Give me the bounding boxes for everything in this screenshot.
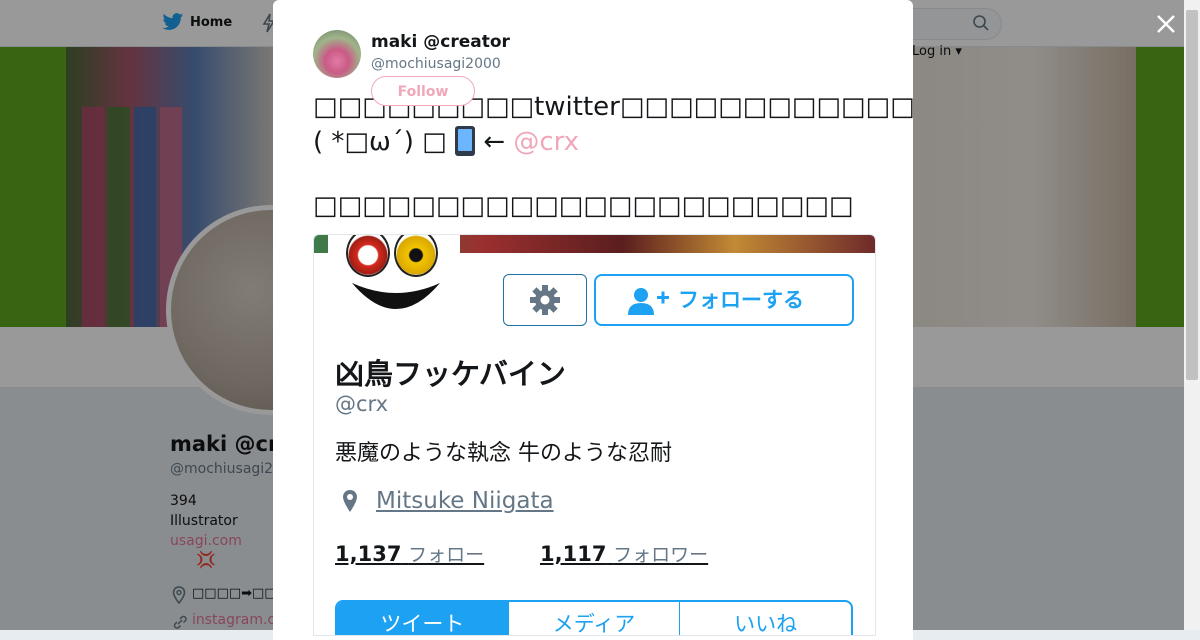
- scrollbar-thumb[interactable]: [1186, 10, 1198, 380]
- embedded-avatar-face: [328, 235, 460, 317]
- face-eye-left: [346, 235, 390, 277]
- face-smile: [352, 283, 440, 309]
- tab-media[interactable]: メディア: [509, 602, 681, 635]
- tweet-text-emoticon: ( *□ω´) □: [313, 127, 455, 157]
- phone-icon: [454, 126, 475, 156]
- embedded-location-link[interactable]: Mitsuke Niigata: [376, 488, 554, 514]
- tab-tweets[interactable]: ツイート: [337, 602, 509, 635]
- settings-button[interactable]: [503, 274, 587, 326]
- tab-likes[interactable]: いいね: [680, 602, 851, 635]
- mention-link[interactable]: @crx: [513, 127, 579, 157]
- follow-jp-button[interactable]: フォローする: [594, 274, 854, 326]
- following-label: フォロー: [408, 544, 485, 566]
- follow-button[interactable]: Follow: [371, 76, 475, 106]
- location-pin-icon: [343, 490, 357, 512]
- tweet-text-line-2: ( *□ω´) □ ← @crx: [313, 126, 579, 157]
- following-count-link[interactable]: 1,137 フォロー: [335, 540, 484, 567]
- follow-jp-label: フォローする: [678, 288, 804, 312]
- followers-count-link[interactable]: 1,117 フォロワー: [540, 540, 708, 567]
- add-user-icon: [628, 288, 669, 315]
- embedded-tabs: ツイート メディア いいね: [335, 600, 853, 635]
- close-icon[interactable]: [1154, 12, 1178, 36]
- followers-label: フォロワー: [613, 544, 709, 566]
- face-eye-right: [394, 235, 438, 277]
- tweet-text-arrow: ←: [483, 127, 514, 157]
- author-handle[interactable]: @mochiusagi2000: [371, 56, 501, 72]
- embedded-profile-handle: @crx: [335, 392, 389, 416]
- embedded-profile-name: 凶鳥フッケバイン: [335, 357, 566, 391]
- tweet-text-line-3: □□□□□□□□□□□□□□□□□□□□□□: [313, 191, 854, 221]
- author-name[interactable]: maki @creator: [371, 32, 510, 52]
- following-count: 1,137: [335, 542, 402, 566]
- tweet-image[interactable]: フォローする 凶鳥フッケバイン @crx 悪魔のような執念 牛のような忍耐 Mi…: [313, 234, 876, 636]
- gear-icon: [530, 285, 560, 315]
- tweet-modal: maki @creator @mochiusagi2000 □□□□□□□□□t…: [273, 0, 913, 640]
- author-avatar[interactable]: [313, 30, 361, 78]
- embedded-profile-bio: 悪魔のような執念 牛のような忍耐: [335, 441, 672, 466]
- followers-count: 1,117: [540, 542, 607, 566]
